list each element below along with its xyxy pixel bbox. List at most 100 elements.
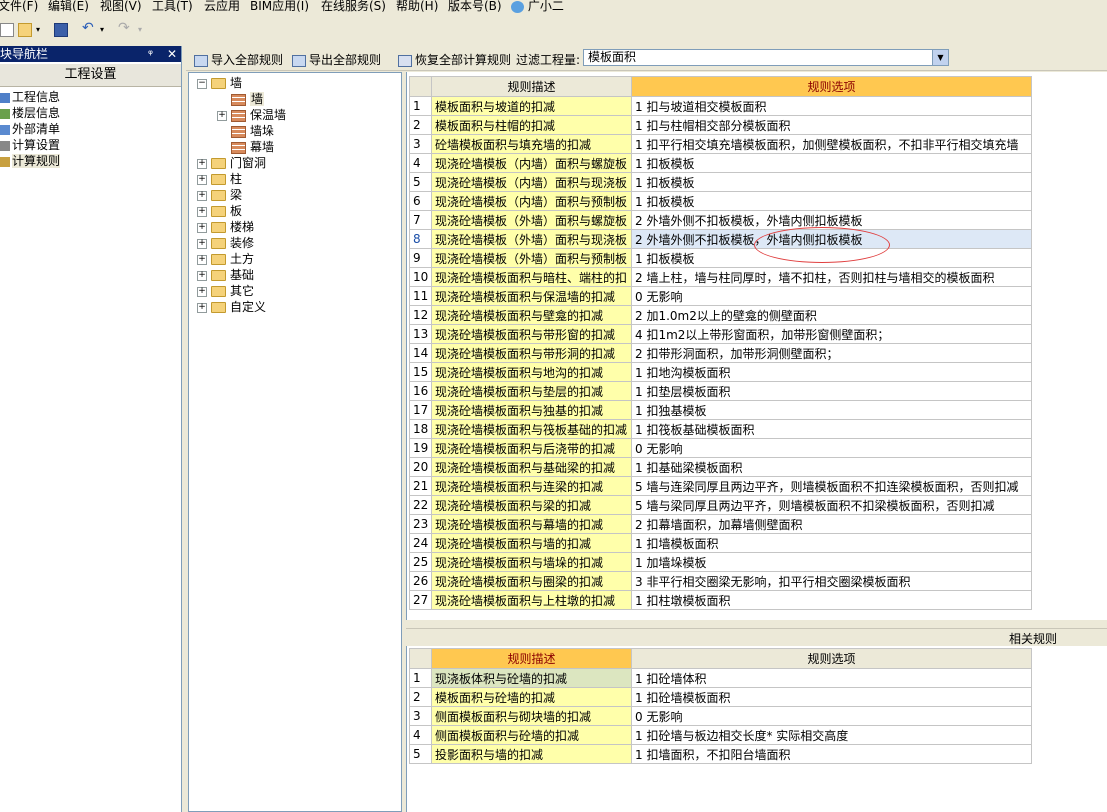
- rule-option-cell[interactable]: 1 扣垫层模板面积: [631, 381, 1032, 401]
- table-row[interactable]: 19 现浇砼墙模板面积与后浇带的扣减 0 无影响: [409, 438, 1032, 458]
- rule-option-cell[interactable]: 1 扣与柱帽相交部分模板面积: [631, 115, 1032, 135]
- column-header-description[interactable]: 规则描述: [431, 76, 632, 97]
- rule-option-cell[interactable]: 2 加1.0m2以上的壁龛的侧壁面积: [631, 305, 1032, 325]
- tree-node-wall-child[interactable]: 墙: [231, 91, 265, 107]
- rule-option-cell[interactable]: 1 扣墙模板面积: [631, 533, 1032, 553]
- table-row[interactable]: 4 现浇砼墙模板（内墙）面积与螺旋板 1 扣板模板: [409, 153, 1032, 173]
- table-row[interactable]: 13 现浇砼墙模板面积与带形窗的扣减 4 扣1m2以上带形窗面积，加带形窗侧壁面积；: [409, 324, 1032, 344]
- menu-online[interactable]: 在线服务(S): [321, 0, 386, 14]
- menu-cloud[interactable]: 云应用: [204, 0, 240, 14]
- table-row[interactable]: 24 现浇砼墙模板面积与墙的扣减 1 扣墙模板面积: [409, 533, 1032, 553]
- table-row[interactable]: 23 现浇砼墙模板面积与幕墙的扣减 2 扣幕墙面积，加幕墙侧壁面积: [409, 514, 1032, 534]
- new-file-icon[interactable]: [0, 23, 14, 37]
- rule-option-cell[interactable]: 1 扣板模板: [631, 191, 1032, 211]
- menu-view[interactable]: 视图(V): [100, 0, 142, 14]
- table-row[interactable]: 17 现浇砼墙模板面积与独基的扣减 1 扣独基模板: [409, 400, 1032, 420]
- rule-option-cell[interactable]: 2 墙上柱，墙与柱同厚时，墙不扣柱，否则扣柱与墙相交的模板面积: [631, 267, 1032, 287]
- open-folder-icon[interactable]: [18, 23, 32, 37]
- rule-option-cell[interactable]: 1 扣与坡道相交模板面积: [631, 96, 1032, 116]
- rule-option-cell[interactable]: 4 扣1m2以上带形窗面积，加带形窗侧壁面积；: [631, 324, 1032, 344]
- rule-option-cell[interactable]: 2 扣幕墙面积，加幕墙侧壁面积: [631, 514, 1032, 534]
- tree-node-insulation-wall[interactable]: + 保温墙: [217, 107, 286, 123]
- table-row[interactable]: 3 侧面模板面积与砌块墙的扣减 0 无影响: [409, 706, 1032, 726]
- rule-option-cell[interactable]: 1 扣板模板: [631, 153, 1032, 173]
- assistant-menu[interactable]: 广小二: [511, 0, 564, 14]
- table-row[interactable]: 26 现浇砼墙模板面积与圈梁的扣减 3 非平行相交圈梁无影响，扣平行相交圈梁模板面积: [409, 571, 1032, 591]
- tree-node-custom[interactable]: + 自定义: [197, 299, 266, 315]
- expand-icon[interactable]: +: [197, 159, 207, 169]
- expand-icon[interactable]: +: [217, 111, 227, 121]
- pane-splitter[interactable]: [404, 620, 1107, 628]
- table-row[interactable]: 20 现浇砼墙模板面积与基础梁的扣减 1 扣基础梁模板面积: [409, 457, 1032, 477]
- import-all-button[interactable]: 导入全部规则: [194, 51, 283, 68]
- rule-option-cell[interactable]: 1 扣砼墙模板面积: [631, 687, 1032, 707]
- restore-all-button[interactable]: 恢复全部计算规则: [398, 51, 511, 68]
- table-row[interactable]: 3 砼墙模板面积与填充墙的扣减 1 扣平行相交填充墙模板面积，加侧壁模板面积，不扣非…: [409, 134, 1032, 154]
- tree-node-curtain-wall[interactable]: 幕墙: [231, 139, 274, 155]
- expand-icon[interactable]: +: [197, 223, 207, 233]
- tree-node-column[interactable]: + 柱: [197, 171, 242, 187]
- table-row[interactable]: 5 现浇砼墙模板（内墙）面积与现浇板 1 扣板模板: [409, 172, 1032, 192]
- column-header-option[interactable]: 规则选项: [631, 76, 1032, 97]
- nav-section-header[interactable]: 工程设置: [0, 64, 181, 87]
- expand-icon[interactable]: +: [197, 207, 207, 217]
- rule-option-cell[interactable]: 1 扣平行相交填充墙模板面积，加侧壁模板面积，不扣非平行相交填充墙: [631, 134, 1032, 154]
- rule-option-cell[interactable]: 0 无影响: [631, 438, 1032, 458]
- expand-icon[interactable]: +: [197, 303, 207, 313]
- table-row[interactable]: 25 现浇砼墙模板面积与墙垛的扣减 1 加墙垛模板: [409, 552, 1032, 572]
- tree-node-slab[interactable]: + 板: [197, 203, 242, 219]
- rule-option-cell[interactable]: 2 扣带形洞面积，加带形洞侧壁面积；: [631, 343, 1032, 363]
- expand-icon[interactable]: +: [197, 287, 207, 297]
- rule-option-cell[interactable]: 1 扣独基模板: [631, 400, 1032, 420]
- tree-node-stairs[interactable]: + 楼梯: [197, 219, 254, 235]
- tree-node-doors-windows[interactable]: + 门窗洞: [197, 155, 266, 171]
- table-row[interactable]: 2 模板面积与砼墙的扣减 1 扣砼墙模板面积: [409, 687, 1032, 707]
- chevron-down-icon[interactable]: ▾: [100, 25, 106, 39]
- expand-icon[interactable]: +: [197, 271, 207, 281]
- rule-option-cell[interactable]: 5 墙与梁同厚且两边平齐，则墙模板面积不扣梁模板面积，否则扣减: [631, 495, 1032, 515]
- nav-item-calc-settings[interactable]: 计算设置: [0, 137, 60, 153]
- pin-icon[interactable]: ᵠ: [148, 46, 153, 62]
- table-row[interactable]: 8 现浇砼墙模板（外墙）面积与现浇板 2 外墙外侧不扣板模板，外墙内侧扣板模板: [409, 229, 1032, 249]
- nav-item-project-info[interactable]: 工程信息: [0, 89, 60, 105]
- rule-option-cell[interactable]: 3 非平行相交圈梁无影响，扣平行相交圈梁模板面积: [631, 571, 1032, 591]
- rule-option-cell[interactable]: 1 扣基础梁模板面积: [631, 457, 1032, 477]
- table-row[interactable]: 9 现浇砼墙模板（外墙）面积与预制板 1 扣板模板: [409, 248, 1032, 268]
- table-row[interactable]: 1 现浇板体积与砼墙的扣减 1 扣砼墙体积: [409, 668, 1032, 688]
- tree-node-other[interactable]: + 其它: [197, 283, 254, 299]
- related-header-description[interactable]: 规则描述: [431, 648, 632, 669]
- collapse-icon[interactable]: −: [197, 79, 207, 89]
- table-row[interactable]: 4 侧面模板面积与砼墙的扣减 1 扣砼墙与板边相交长度* 实际相交高度: [409, 725, 1032, 745]
- table-row[interactable]: 12 现浇砼墙模板面积与壁龛的扣减 2 加1.0m2以上的壁龛的侧壁面积: [409, 305, 1032, 325]
- tree-node-decoration[interactable]: + 装修: [197, 235, 254, 251]
- table-row[interactable]: 10 现浇砼墙模板面积与暗柱、端柱的扣 2 墙上柱，墙与柱同厚时，墙不扣柱，否则扣柱…: [409, 267, 1032, 287]
- nav-item-external-list[interactable]: 外部清单: [0, 121, 60, 137]
- menu-bim[interactable]: BIM应用(I): [250, 0, 309, 14]
- tree-node-earthwork[interactable]: + 土方: [197, 251, 254, 267]
- rule-option-cell[interactable]: 1 扣地沟模板面积: [631, 362, 1032, 382]
- rule-option-cell[interactable]: 1 扣板模板: [631, 172, 1032, 192]
- table-row[interactable]: 27 现浇砼墙模板面积与上柱墩的扣减 1 扣柱墩模板面积: [409, 590, 1032, 610]
- table-row[interactable]: 6 现浇砼墙模板（内墙）面积与预制板 1 扣板模板: [409, 191, 1032, 211]
- nav-item-floor-info[interactable]: 楼层信息: [0, 105, 60, 121]
- table-row[interactable]: 16 现浇砼墙模板面积与垫层的扣减 1 扣垫层模板面积: [409, 381, 1032, 401]
- menu-file[interactable]: 文件(F): [0, 0, 38, 14]
- rule-option-cell[interactable]: 1 扣墙面积，不扣阳台墙面积: [631, 744, 1032, 764]
- rule-option-cell[interactable]: 1 扣柱墩模板面积: [631, 590, 1032, 610]
- undo-icon[interactable]: ↶: [82, 20, 96, 36]
- expand-icon[interactable]: +: [197, 239, 207, 249]
- chevron-down-icon[interactable]: ▾: [36, 25, 42, 39]
- rule-option-cell[interactable]: 1 加墙垛模板: [631, 552, 1032, 572]
- tree-node-wall[interactable]: − 墙: [197, 75, 242, 91]
- related-header-option[interactable]: 规则选项: [631, 648, 1032, 669]
- table-row[interactable]: 22 现浇砼墙模板面积与梁的扣减 5 墙与梁同厚且两边平齐，则墙模板面积不扣梁模板面…: [409, 495, 1032, 515]
- rule-option-cell[interactable]: 5 墙与连梁同厚且两边平齐，则墙模板面积不扣连梁模板面积，否则扣减: [631, 476, 1032, 496]
- chevron-down-icon[interactable]: ▾: [138, 25, 144, 39]
- export-all-button[interactable]: 导出全部规则: [292, 51, 381, 68]
- menu-tools[interactable]: 工具(T): [152, 0, 193, 14]
- expand-icon[interactable]: +: [197, 255, 207, 265]
- expand-icon[interactable]: +: [197, 175, 207, 185]
- rule-option-cell[interactable]: 1 扣筏板基础模板面积: [631, 419, 1032, 439]
- table-row[interactable]: 21 现浇砼墙模板面积与连梁的扣减 5 墙与连梁同厚且两边平齐，则墙模板面积不扣连梁…: [409, 476, 1032, 496]
- rule-option-cell[interactable]: 0 无影响: [631, 706, 1032, 726]
